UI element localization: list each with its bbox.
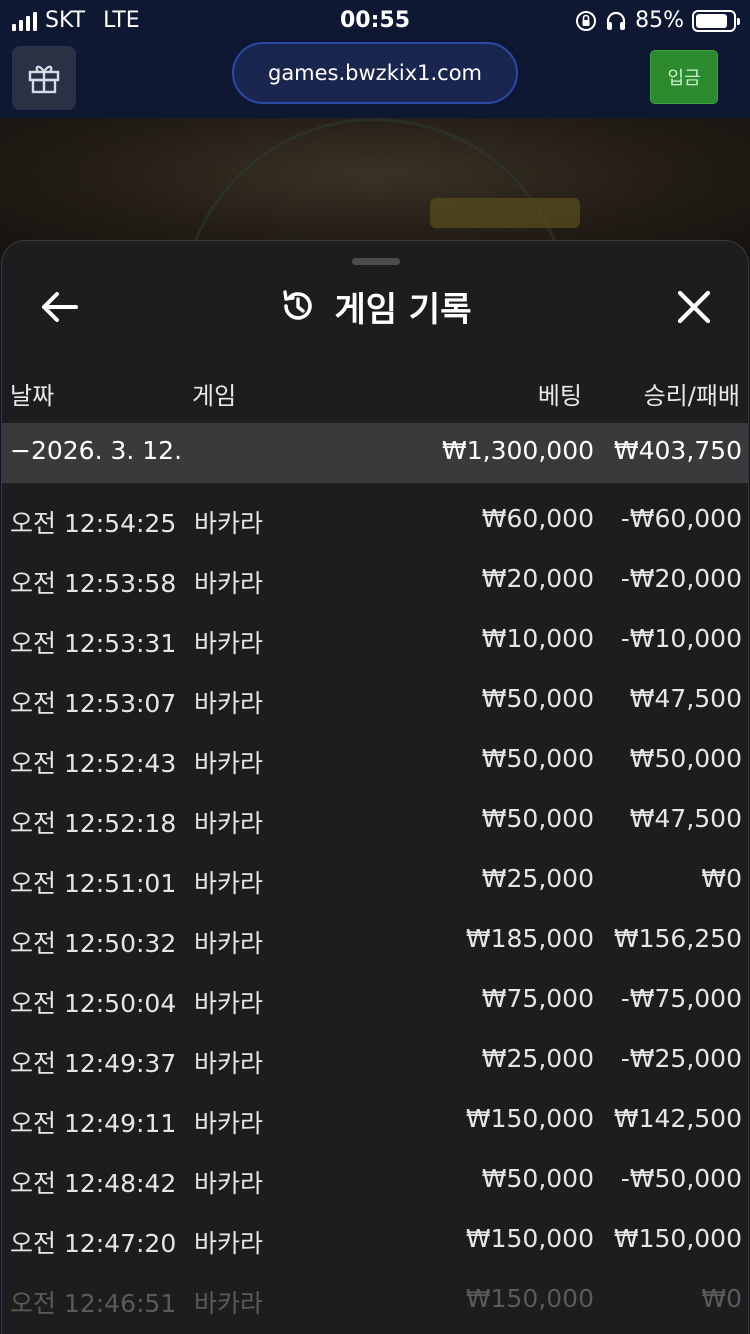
row-result: ₩47,500 bbox=[629, 804, 742, 833]
column-header-bet[interactable]: 베팅 bbox=[538, 376, 582, 411]
row-time: 오전 12:49:11 bbox=[10, 1109, 177, 1138]
sheet-grabber[interactable] bbox=[352, 258, 400, 265]
row-game: 바카라 bbox=[194, 1169, 264, 1198]
row-game: 바카라 bbox=[194, 749, 264, 778]
column-header-date[interactable]: 날짜 bbox=[10, 376, 54, 411]
row-result: ₩50,000 bbox=[629, 744, 742, 773]
row-time: 오전 12:53:07 bbox=[10, 689, 177, 718]
row-result: ₩150,000 bbox=[613, 1224, 742, 1253]
sheet-title: 게임 기록 bbox=[2, 281, 748, 331]
game-background bbox=[0, 118, 750, 318]
row-result: -₩20,000 bbox=[620, 564, 742, 593]
row-time: 오전 12:51:01 bbox=[10, 869, 177, 898]
row-time: 오전 12:50:04 bbox=[10, 989, 177, 1018]
row-bet: ₩10,000 bbox=[481, 624, 594, 653]
close-icon[interactable] bbox=[672, 285, 716, 329]
row-game: 바카라 bbox=[194, 629, 264, 658]
status-bar: SKT LTE 00:55 85% bbox=[0, 0, 750, 42]
row-result: -₩50,000 bbox=[620, 1164, 742, 1193]
row-bet: ₩50,000 bbox=[481, 684, 594, 713]
table-row[interactable]: 오전 12:48:42 바카라 ₩50,000 -₩50,000 bbox=[2, 1149, 748, 1209]
table-row[interactable]: 오전 12:53:58 바카라 ₩20,000 -₩20,000 bbox=[2, 549, 748, 609]
row-game: 바카라 bbox=[194, 809, 264, 838]
row-result: -₩75,000 bbox=[620, 984, 742, 1013]
row-bet: ₩150,000 bbox=[465, 1104, 594, 1133]
table-row[interactable]: 오전 12:51:01 바카라 ₩25,000 ₩0 bbox=[2, 849, 748, 909]
table-row[interactable]: 오전 12:50:32 바카라 ₩185,000 ₩156,250 bbox=[2, 909, 748, 969]
table-row[interactable]: 오전 12:49:11 바카라 ₩150,000 ₩142,500 bbox=[2, 1089, 748, 1149]
history-icon bbox=[282, 290, 312, 320]
date-summary-row[interactable]: −2026. 3. 12. ₩1,300,000 ₩403,750 bbox=[2, 423, 748, 483]
row-game: 바카라 bbox=[194, 869, 264, 898]
row-result: -₩10,000 bbox=[620, 624, 742, 653]
row-result: ₩47,500 bbox=[629, 684, 742, 713]
row-result: ₩156,250 bbox=[613, 924, 742, 953]
rotation-lock-icon bbox=[576, 10, 597, 31]
row-bet: ₩150,000 bbox=[465, 1224, 594, 1253]
table-row[interactable]: 오전 12:53:07 바카라 ₩50,000 ₩47,500 bbox=[2, 669, 748, 729]
row-result: -₩25,000 bbox=[620, 1044, 742, 1073]
row-bet: ₩185,000 bbox=[465, 924, 594, 953]
background-glow bbox=[430, 198, 580, 228]
row-time: 오전 12:54:25 bbox=[10, 509, 177, 538]
table-row[interactable]: 오전 12:54:25 바카라 ₩60,000 -₩60,000 bbox=[2, 489, 748, 549]
row-bet: ₩150,000 bbox=[465, 1284, 594, 1313]
battery-icon bbox=[692, 9, 740, 32]
row-bet: ₩60,000 bbox=[481, 504, 594, 533]
row-bet: ₩25,000 bbox=[481, 864, 594, 893]
row-time: 오전 12:53:58 bbox=[10, 569, 177, 598]
row-time: 오전 12:50:32 bbox=[10, 929, 177, 958]
row-game: 바카라 bbox=[194, 569, 264, 598]
sheet-title-text: 게임 기록 bbox=[334, 289, 472, 330]
row-time: 오전 12:49:37 bbox=[10, 1049, 177, 1078]
row-result: -₩60,000 bbox=[620, 504, 742, 533]
row-time: 오전 12:47:20 bbox=[10, 1229, 177, 1258]
game-history-sheet: 게임 기록 날짜 게임 베팅 승리/패배 −2026. 3. 12. ₩1,30… bbox=[1, 240, 749, 1334]
table-row[interactable]: 오전 12:53:31 바카라 ₩10,000 -₩10,000 bbox=[2, 609, 748, 669]
row-bet: ₩50,000 bbox=[481, 804, 594, 833]
row-bet: ₩50,000 bbox=[481, 744, 594, 773]
row-result: ₩142,500 bbox=[613, 1104, 742, 1133]
table-row[interactable]: 오전 12:52:43 바카라 ₩50,000 ₩50,000 bbox=[2, 729, 748, 789]
history-list: 오전 12:54:25 바카라 ₩60,000 -₩60,000 오전 12:53:58… bbox=[2, 489, 748, 1329]
summary-result-total: ₩403,750 bbox=[613, 436, 742, 465]
row-time: 오전 12:46:51 bbox=[10, 1289, 177, 1318]
row-game: 바카라 bbox=[194, 1229, 264, 1258]
summary-bet-total: ₩1,300,000 bbox=[442, 436, 594, 465]
row-time: 오전 12:53:31 bbox=[10, 629, 177, 658]
row-game: 바카라 bbox=[194, 929, 264, 958]
row-game: 바카라 bbox=[194, 1289, 264, 1318]
gift-icon bbox=[28, 65, 60, 94]
row-time: 오전 12:52:43 bbox=[10, 749, 177, 778]
row-game: 바카라 bbox=[194, 689, 264, 718]
battery-level bbox=[696, 13, 727, 28]
site-header: games.bwzkix1.com 입금 bbox=[0, 42, 750, 118]
row-game: 바카라 bbox=[194, 989, 264, 1018]
column-header-game[interactable]: 게임 bbox=[192, 376, 236, 411]
deposit-button[interactable]: 입금 bbox=[650, 50, 718, 104]
row-result: ₩0 bbox=[701, 1284, 742, 1313]
headphones-icon bbox=[606, 11, 626, 30]
row-time: 오전 12:48:42 bbox=[10, 1169, 177, 1198]
row-bet: ₩75,000 bbox=[481, 984, 594, 1013]
gift-button[interactable] bbox=[12, 46, 76, 110]
column-header-result[interactable]: 승리/패배 bbox=[644, 376, 740, 411]
summary-date[interactable]: −2026. 3. 12. bbox=[10, 436, 182, 465]
url-bar[interactable]: games.bwzkix1.com bbox=[232, 42, 518, 104]
row-result: ₩0 bbox=[701, 864, 742, 893]
row-bet: ₩50,000 bbox=[481, 1164, 594, 1193]
row-time: 오전 12:52:18 bbox=[10, 809, 177, 838]
row-game: 바카라 bbox=[194, 509, 264, 538]
row-bet: ₩25,000 bbox=[481, 1044, 594, 1073]
row-bet: ₩20,000 bbox=[481, 564, 594, 593]
table-row[interactable]: 오전 12:50:04 바카라 ₩75,000 -₩75,000 bbox=[2, 969, 748, 1029]
table-row[interactable]: 오전 12:49:37 바카라 ₩25,000 -₩25,000 bbox=[2, 1029, 748, 1089]
row-game: 바카라 bbox=[194, 1049, 264, 1078]
status-right: 85% bbox=[575, 8, 740, 33]
battery-percent: 85% bbox=[635, 8, 684, 33]
table-row[interactable]: 오전 12:52:18 바카라 ₩50,000 ₩47,500 bbox=[2, 789, 748, 849]
table-row[interactable]: 오전 12:47:20 바카라 ₩150,000 ₩150,000 bbox=[2, 1209, 748, 1269]
row-game: 바카라 bbox=[194, 1109, 264, 1138]
table-row[interactable]: 오전 12:46:51 바카라 ₩150,000 ₩0 bbox=[2, 1269, 748, 1329]
